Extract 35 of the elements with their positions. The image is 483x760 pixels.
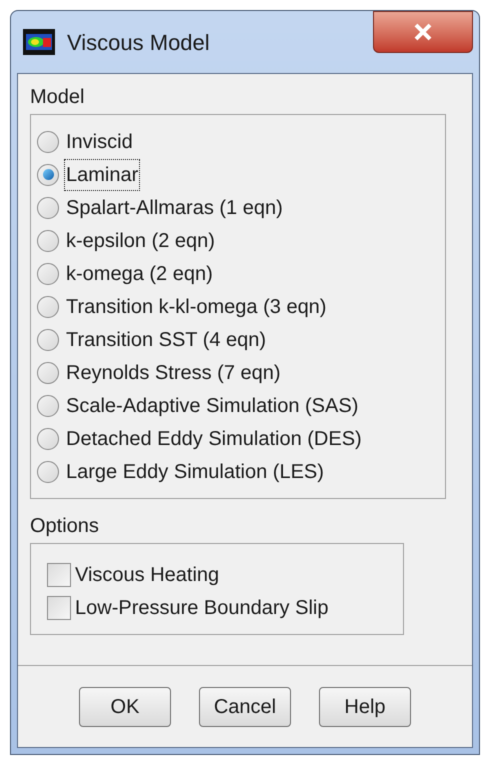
- radio-button[interactable]: [37, 328, 59, 350]
- radio-label: Laminar: [65, 160, 140, 190]
- radio-button[interactable]: [37, 230, 59, 252]
- radio-label: Reynolds Stress (7 eqn): [65, 360, 282, 386]
- radio-button[interactable]: [37, 196, 59, 218]
- radio-label: Transition SST (4 eqn): [65, 328, 268, 352]
- window-title: Viscous Model: [67, 28, 210, 56]
- dialog-button[interactable]: Help: [319, 686, 411, 726]
- dialog-button[interactable]: OK: [79, 686, 171, 726]
- radio-label: Spalart-Allmaras (1 eqn): [65, 196, 284, 220]
- checkbox-label: Viscous Heating: [75, 562, 220, 588]
- app-icon: [23, 29, 55, 55]
- group-label: Model: [30, 85, 86, 110]
- radio-button[interactable]: [37, 296, 59, 318]
- checkbox-label: Low-Pressure Boundary Slip: [75, 596, 328, 620]
- radio-button[interactable]: [37, 460, 59, 482]
- checkbox[interactable]: [47, 596, 71, 620]
- radio-button[interactable]: [37, 130, 59, 152]
- close-button[interactable]: [373, 11, 473, 53]
- radio-button[interactable]: [37, 428, 59, 450]
- radio-button[interactable]: [37, 262, 59, 284]
- radio-label: Large Eddy Simulation (LES): [65, 460, 325, 484]
- radio-label: Inviscid: [65, 130, 134, 154]
- radio-button[interactable]: [37, 362, 59, 384]
- dialog-button[interactable]: Cancel: [199, 686, 291, 726]
- radio-button[interactable]: [37, 164, 59, 186]
- radio-label: k-omega (2 eqn): [65, 262, 214, 286]
- radio-button[interactable]: [37, 394, 59, 416]
- radio-label: Scale-Adaptive Simulation (SAS): [65, 394, 360, 418]
- close-icon: [412, 23, 434, 41]
- radio-label: Detached Eddy Simulation (DES): [65, 426, 363, 452]
- group-label: Options: [30, 514, 100, 539]
- checkbox[interactable]: [47, 562, 71, 586]
- radio-label: k-epsilon (2 eqn): [65, 228, 216, 254]
- radio-label: Transition k-kl-omega (3 eqn): [65, 294, 328, 320]
